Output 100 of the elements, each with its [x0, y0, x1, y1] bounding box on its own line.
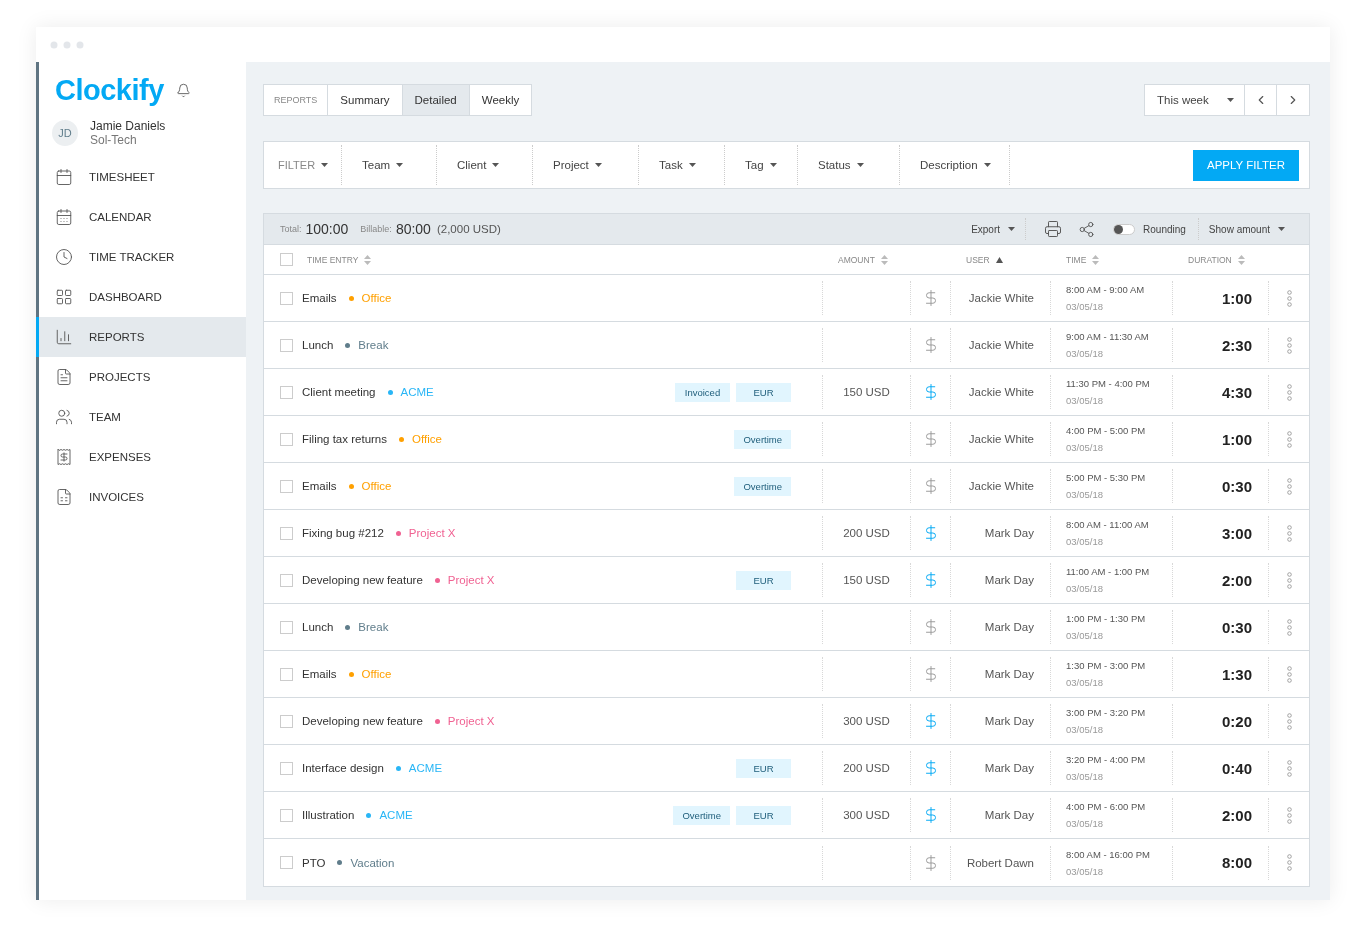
spreadsheet-icon	[55, 488, 73, 506]
more-icon[interactable]	[1286, 336, 1292, 354]
entry-description: Fixing bug #212	[302, 527, 384, 539]
more-icon[interactable]	[1286, 571, 1292, 589]
row-checkbox[interactable]	[280, 385, 293, 399]
print-icon[interactable]	[1044, 220, 1063, 238]
sort-icon[interactable]	[364, 254, 372, 265]
more-icon[interactable]	[1286, 806, 1292, 824]
time-range: 9:00 AM - 11:30 AM	[1066, 331, 1149, 342]
more-icon[interactable]	[1286, 854, 1292, 871]
more-icon[interactable]	[1286, 759, 1292, 777]
row-checkbox[interactable]	[280, 479, 293, 493]
user-name: Mark Day	[984, 668, 1034, 680]
row-checkbox[interactable]	[280, 808, 293, 822]
column-header: AMOUNT	[838, 254, 875, 265]
column-header: TIME ENTRY	[307, 254, 359, 265]
caret-icon	[1008, 227, 1016, 231]
more-icon[interactable]	[1286, 524, 1292, 542]
time-range: 1:00 PM - 1:30 PM	[1066, 613, 1146, 624]
row-checkbox[interactable]	[280, 432, 293, 446]
more-icon[interactable]	[1286, 712, 1292, 730]
sidebar-item[interactable]: DASHBOARD	[39, 277, 246, 317]
row-checkbox[interactable]	[280, 573, 293, 587]
filter-dropdown[interactable]: Project	[533, 145, 639, 185]
duration: 4:30	[1221, 383, 1252, 401]
sort-up-icon[interactable]	[995, 256, 1003, 263]
rounding-toggle[interactable]	[1113, 223, 1136, 235]
filter-dropdown[interactable]: Client	[437, 145, 533, 185]
sidebar-item[interactable]: TIMESHEET	[39, 157, 246, 197]
sidebar-item[interactable]: REPORTS	[36, 317, 246, 357]
duration: 2:30	[1221, 336, 1252, 354]
caret-icon	[1278, 227, 1285, 231]
entry-description: Filing tax returns	[302, 433, 387, 445]
time-range: 1:30 PM - 3:00 PM	[1066, 660, 1146, 671]
rounding-label: Rounding	[1142, 223, 1187, 235]
more-icon[interactable]	[1286, 618, 1292, 636]
avatar: JD	[52, 120, 78, 146]
bell-icon[interactable]	[175, 83, 191, 98]
row-checkbox[interactable]	[280, 338, 293, 352]
entry-description: Client meeting	[302, 386, 376, 398]
more-icon[interactable]	[1286, 477, 1292, 495]
amount: 150 USD	[843, 574, 890, 586]
sort-icon[interactable]	[1092, 254, 1100, 265]
caret-icon	[856, 163, 864, 167]
tag: EUR	[736, 805, 791, 825]
filter-dropdown[interactable]: Status	[798, 145, 900, 185]
caret-icon	[492, 163, 500, 167]
more-icon[interactable]	[1286, 665, 1292, 683]
share-icon[interactable]	[1078, 220, 1096, 238]
row-checkbox[interactable]	[280, 291, 293, 305]
export-dropdown[interactable]: Export	[961, 218, 1027, 240]
entry-date: 03/05/18	[1066, 395, 1104, 406]
tag: Overtime	[673, 805, 730, 825]
time-range: 3:00 PM - 3:20 PM	[1066, 707, 1146, 718]
row-checkbox[interactable]	[280, 761, 293, 775]
user-name: Jackie White	[968, 339, 1034, 351]
sidebar-item[interactable]: PROJECTS	[39, 357, 246, 397]
caret-icon	[321, 163, 329, 167]
caret-icon	[983, 163, 991, 167]
sidebar-item[interactable]: EXPENSES	[39, 437, 246, 477]
show-amount-dropdown[interactable]: Show amount	[1197, 218, 1295, 240]
sort-icon[interactable]	[880, 254, 888, 265]
duration: 8:00	[1221, 854, 1252, 871]
filter-dropdown[interactable]: Team	[342, 145, 437, 185]
entry-date: 03/05/18	[1066, 348, 1104, 359]
sidebar-item[interactable]: CALENDAR	[39, 197, 246, 237]
row-checkbox[interactable]	[280, 856, 293, 869]
filter-dropdown[interactable]: Tag	[725, 145, 798, 185]
more-icon[interactable]	[1286, 430, 1292, 448]
time-range: 8:00 AM - 16:00 PM	[1066, 848, 1150, 860]
row-checkbox[interactable]	[280, 714, 293, 728]
sidebar-item[interactable]: TEAM	[39, 397, 246, 437]
more-icon[interactable]	[1286, 383, 1292, 401]
entry-description: Emails	[302, 668, 337, 680]
entry-description: PTO	[302, 856, 326, 869]
sort-icon[interactable]	[1237, 254, 1245, 265]
report-tab[interactable]: Detailed	[402, 85, 470, 115]
filter-dropdown[interactable]: FILTER	[264, 145, 342, 185]
row-checkbox[interactable]	[280, 667, 293, 681]
entry-description: Emails	[302, 292, 337, 304]
project-name: Break	[358, 339, 389, 351]
time-range: 11:00 AM - 1:00 PM	[1066, 566, 1150, 577]
entry-date: 03/05/18	[1066, 771, 1104, 782]
entry-description: Lunch	[302, 339, 334, 351]
tag: EUR	[736, 758, 791, 778]
entry-date: 03/05/18	[1066, 442, 1104, 453]
project-name: Project X	[447, 715, 495, 727]
more-icon[interactable]	[1286, 289, 1292, 307]
filter-dropdown[interactable]: Task	[639, 145, 725, 185]
sidebar-item[interactable]: TIME TRACKER	[39, 237, 246, 277]
select-all-checkbox[interactable]	[280, 253, 293, 266]
time-range: 4:00 PM - 5:00 PM	[1066, 425, 1146, 436]
grid-icon	[55, 288, 73, 306]
filter-dropdown[interactable]: Description	[900, 145, 1010, 185]
user-name: Mark Day	[984, 809, 1034, 821]
row-checkbox[interactable]	[280, 526, 293, 540]
sidebar-item[interactable]: INVOICES	[39, 477, 246, 517]
user-name: Jackie White	[968, 386, 1034, 398]
entry-date: 03/05/18	[1066, 536, 1104, 547]
row-checkbox[interactable]	[280, 620, 293, 634]
